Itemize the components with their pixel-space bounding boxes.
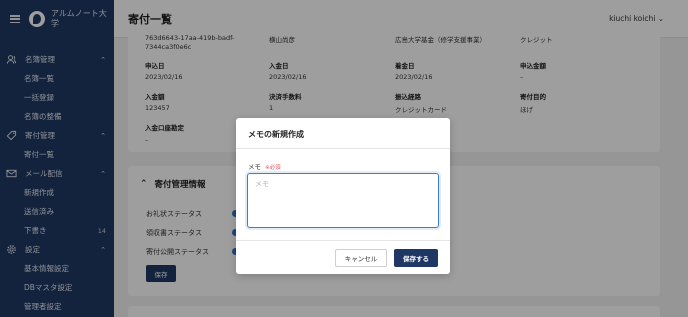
memo-label-text: メモ	[248, 163, 261, 171]
memo-field-label: メモ ※必須	[248, 161, 281, 171]
cancel-button[interactable]: キャンセル	[335, 249, 387, 267]
modal-title: メモの新規作成	[248, 130, 304, 139]
memo-textarea[interactable]	[247, 173, 439, 228]
modal-header-divider	[236, 148, 450, 149]
memo-modal: メモの新規作成 メモ ※必須 キャンセル 保存する	[236, 118, 450, 274]
modal-footer-divider	[236, 240, 450, 241]
save-button[interactable]: 保存する	[394, 249, 438, 267]
required-badge: ※必須	[265, 165, 281, 171]
